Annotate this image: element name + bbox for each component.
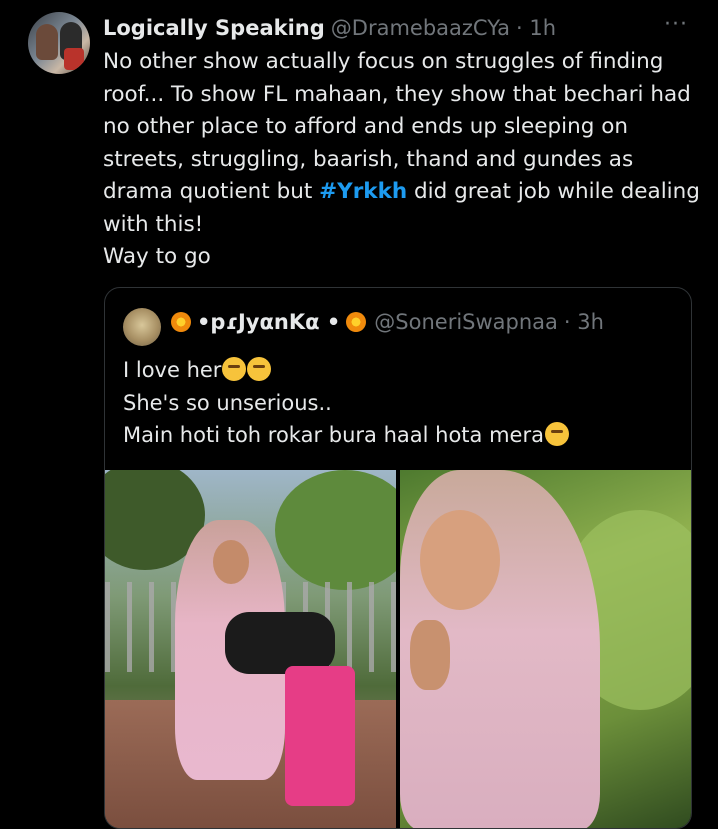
quoted-author-avatar[interactable] <box>123 308 161 346</box>
tweet-time[interactable]: · 1h <box>516 16 556 40</box>
quoted-media-image-1[interactable] <box>105 470 396 828</box>
author-avatar[interactable] <box>28 12 90 74</box>
quoted-line2: She's so unserious.. <box>123 390 332 415</box>
laughing-emoji <box>247 357 272 381</box>
avatar-jacket <box>64 48 84 70</box>
image-hand <box>410 620 450 690</box>
image-face <box>213 540 249 584</box>
quoted-author-handle[interactable]: @SoneriSwapnaa <box>374 310 558 334</box>
author-name[interactable]: Logically Speaking <box>103 16 325 40</box>
image-face <box>420 510 500 610</box>
image-tree <box>275 470 396 590</box>
hashtag-link[interactable]: #Yrkkh <box>319 179 407 204</box>
quoted-line1: I love her <box>123 358 222 382</box>
avatar-person-left <box>36 24 58 60</box>
quoted-line3: Main hoti toh rokar bura haal hota mera <box>123 423 544 447</box>
laughing-emoji <box>544 422 569 446</box>
quoted-author-name[interactable]: •pɾJyαnKα • <box>197 310 340 334</box>
image-suitcase <box>285 666 355 806</box>
author-handle[interactable]: @DramebaazCYa <box>331 16 510 40</box>
quoted-text: I love her She's so unserious.. Main hot… <box>123 354 683 452</box>
flower-emoji <box>171 312 191 332</box>
more-icon[interactable]: ··· <box>664 12 688 37</box>
tweet-header: Logically Speaking @DramebaazCYa · 1h <box>103 14 556 42</box>
quoted-header: •pɾJyαnKα • @SoneriSwapnaa · 3h <box>171 310 604 334</box>
quoted-media-image-2[interactable] <box>400 470 691 828</box>
image-duffel-bag <box>225 612 335 674</box>
tweet-text-last-line: Way to go <box>103 244 211 269</box>
flower-emoji <box>346 312 367 332</box>
quoted-tweet[interactable]: •pɾJyαnKα • @SoneriSwapnaa · 3h I love h… <box>104 287 692 829</box>
crying-laughing-emoji <box>222 357 247 381</box>
tweet-text: No other show actually focus on struggle… <box>103 46 703 274</box>
quoted-time[interactable]: · 3h <box>564 310 604 334</box>
